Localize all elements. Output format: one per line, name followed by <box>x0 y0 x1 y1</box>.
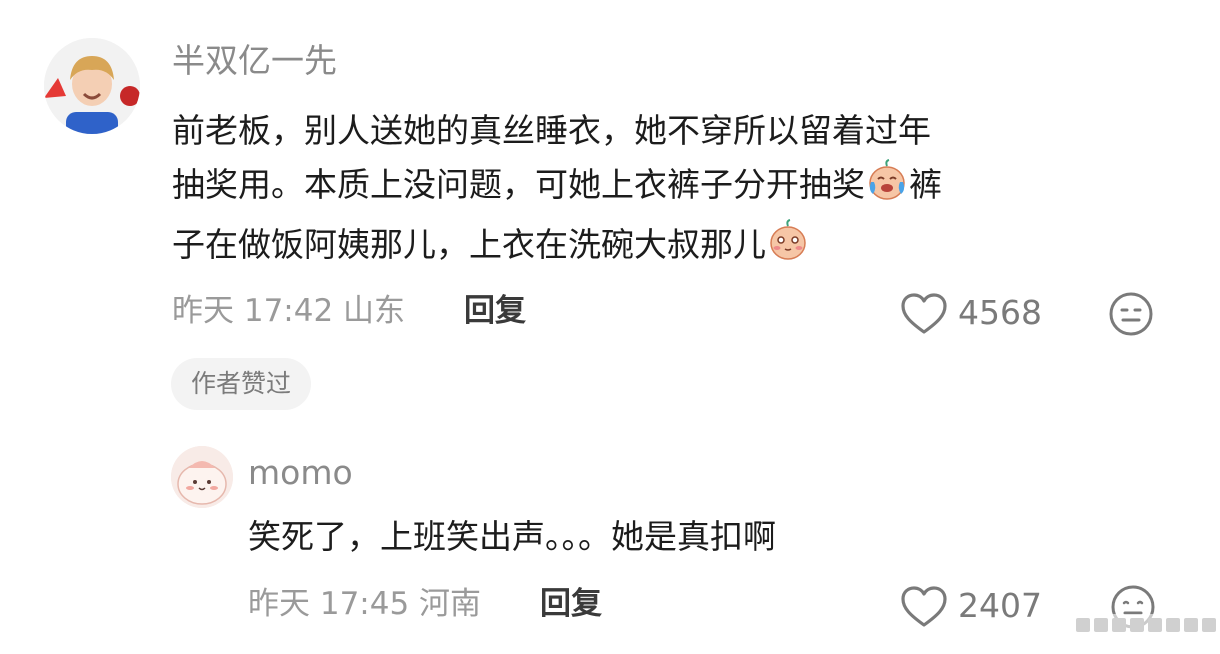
comment-username[interactable]: momo <box>248 456 353 489</box>
like-count: 4568 <box>958 293 1042 332</box>
crying-laugh-emoji <box>865 158 909 218</box>
smiley-face-icon[interactable] <box>1108 291 1154 337</box>
heart-outline-icon[interactable] <box>900 585 948 629</box>
avatar[interactable] <box>44 38 140 134</box>
shy-emoji <box>766 218 810 278</box>
comment-username[interactable]: 半双亿一先 <box>172 44 337 77</box>
comment-line-text: 裤 <box>909 165 942 204</box>
reply-button[interactable]: 回复 <box>540 589 602 620</box>
comment-line-text: 子在做饭阿姨那儿，上衣在洗碗大叔那儿 <box>172 225 766 264</box>
watermark <box>1070 610 1220 640</box>
avatar[interactable] <box>171 446 233 508</box>
comment-text: 笑死了，上班笑出声。。。她是真扣啊 <box>248 517 776 556</box>
reply-button[interactable]: 回复 <box>464 296 526 327</box>
comment-line-text: 抽奖用。本质上没问题，可她上衣裤子分开抽奖 <box>172 165 865 204</box>
author-liked-badge: 作者赞过 <box>171 358 312 410</box>
comment-line: 抽奖用。本质上没问题，可她上衣裤子分开抽奖 裤 <box>172 158 1162 218</box>
comment-line: 前老板，别人送她的真丝睡衣，她不穿所以留着过年 <box>172 111 931 150</box>
comment-text: 前老板，别人送她的真丝睡衣，她不穿所以留着过年 抽奖用。本质上没问题，可她上衣裤… <box>172 104 1162 278</box>
comment-meta: 昨天 17:45 河南 <box>248 586 482 622</box>
comment-line: 子在做饭阿姨那儿，上衣在洗碗大叔那儿 <box>172 218 1162 278</box>
heart-outline-icon[interactable] <box>900 292 948 336</box>
like-count: 2407 <box>958 586 1042 625</box>
comment-meta: 昨天 17:42 山东 <box>172 293 406 329</box>
